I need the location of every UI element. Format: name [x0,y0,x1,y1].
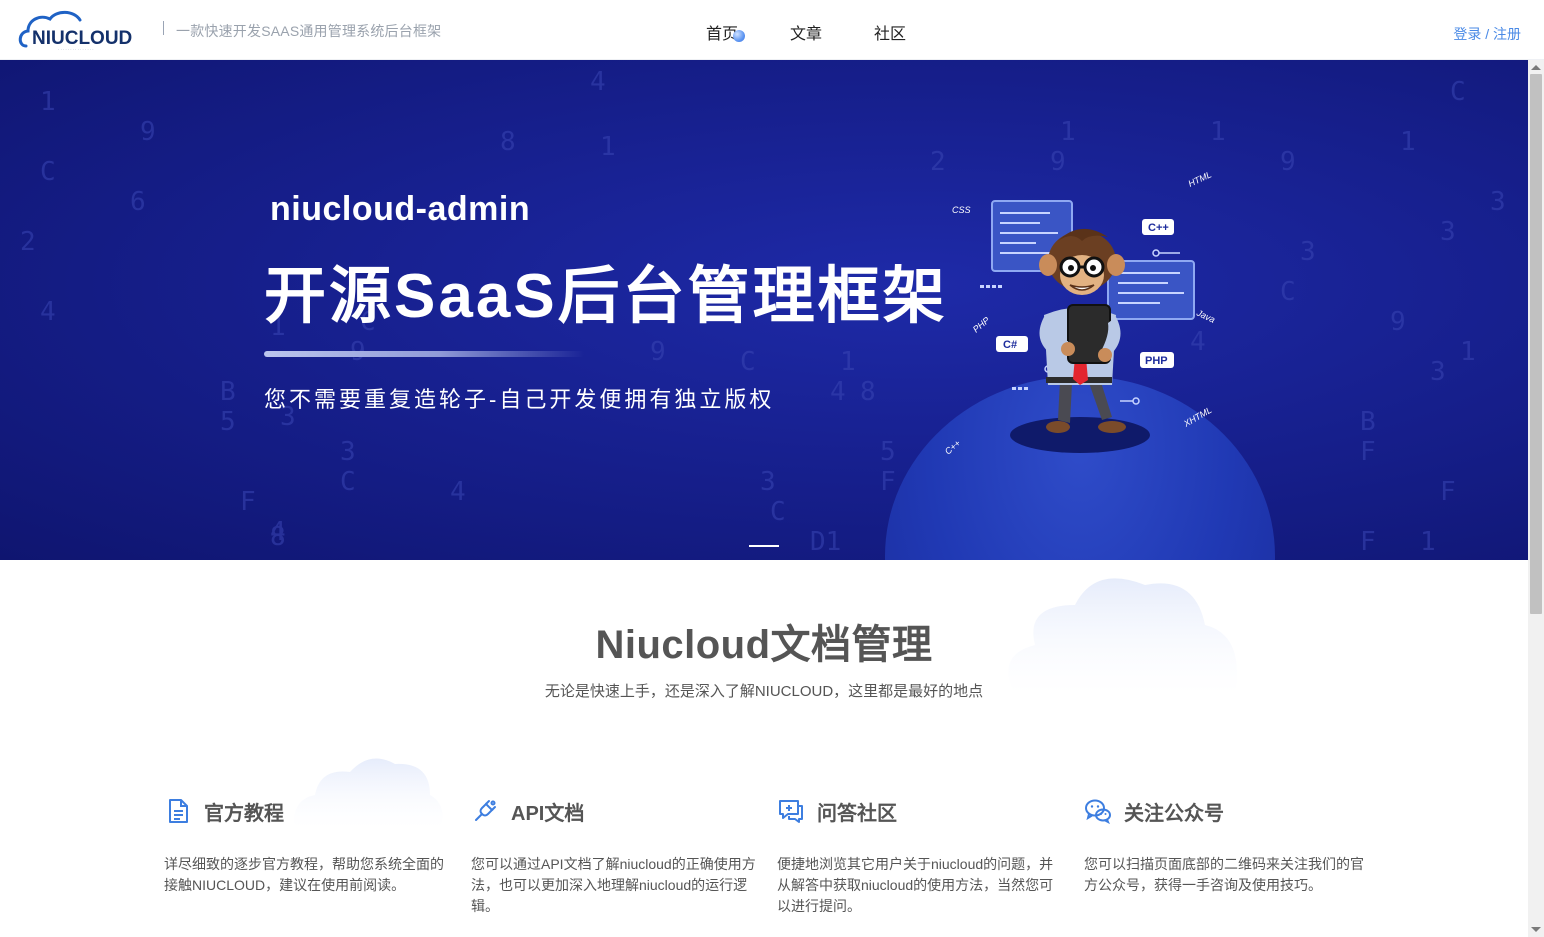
monkey-mascot-illustration: C++ C# PHP CSS HTML PHP Java C++ XHTML [943,169,1217,457]
svg-text:1: 1 [40,87,56,117]
svg-text:3: 3 [760,467,776,497]
hero-banner[interactable]: 1948 1119 C192 2633 4C91 1C9C 1484 B533 … [0,60,1528,560]
tag-cpp-2: C++ [943,438,962,457]
svg-text:C: C [770,497,786,527]
svg-text:B: B [220,377,236,407]
svg-text:3: 3 [1300,237,1316,267]
svg-text:3: 3 [1430,357,1446,387]
svg-text:1: 1 [1400,127,1416,157]
svg-text:F: F [240,487,256,517]
svg-text:4: 4 [830,377,846,407]
top-header: NIUCLOUD · · · · · · · · · · · · · · · 一… [0,0,1544,60]
document-icon [169,799,188,823]
svg-text:1: 1 [840,347,856,377]
svg-text:4: 4 [590,67,606,97]
tag-cpp: C++ [1148,222,1169,234]
svg-text:5: 5 [220,407,236,437]
card-qa-community[interactable]: 问答社区 便捷地浏览其它用户关于niucloud的问题，并从解答中获取niucl… [777,796,1062,917]
banner-divider-line [264,351,584,357]
svg-text:C: C [1280,277,1296,307]
card-title: 官方教程 [204,802,284,825]
svg-text:C: C [340,467,356,497]
card-tutorial[interactable]: 官方教程 详尽细致的逐步官方教程，帮助您系统全面的接触NIUCLOUD，建议在使… [164,796,449,896]
carousel-indicator[interactable] [749,545,779,547]
svg-text:· · · · · · · · · · · · · · ·: · · · · · · · · · · · · · · · [58,47,94,52]
section-title: Niucloud文档管理 [595,623,933,667]
svg-text:F: F [1360,527,1376,557]
header-slogan: 一款快速开发SAAS通用管理系统后台框架 [176,23,442,39]
svg-text:9: 9 [650,337,666,367]
svg-text:1: 1 [1460,337,1476,367]
svg-text:1: 1 [1060,117,1076,147]
svg-text:1: 1 [600,132,616,162]
scroll-up-arrow-icon[interactable] [1531,65,1541,70]
svg-text:3: 3 [1490,187,1506,217]
card-title: 问答社区 [817,802,897,825]
tag-php-2: PHP [971,315,992,335]
svg-text:F: F [1360,437,1376,467]
card-description: 详尽细致的逐步官方教程，帮助您系统全面的接触NIUCLOUD，建议在使用前阅读。 [164,856,444,893]
svg-text:4: 4 [450,477,466,507]
card-api-docs[interactable]: API文档 您可以通过API文档了解niucloud的正确使用方法，也可以更加深… [471,796,756,917]
wechat-icon [1085,799,1111,825]
svg-text:2: 2 [20,227,36,257]
scrollbar-thumb[interactable] [1530,74,1542,614]
scroll-down-arrow-icon[interactable] [1531,927,1541,932]
svg-text:8: 8 [500,127,516,157]
tag-css: CSS [952,205,971,215]
chat-icon [779,800,803,823]
nav-item-community[interactable]: 社区 [874,20,906,44]
logo-text: NIUCLOUD [32,28,132,49]
svg-text:9: 9 [1390,307,1406,337]
card-description: 您可以扫描页面底部的二维码来关注我们的官方公众号，获得一手咨询及使用技巧。 [1084,856,1364,893]
svg-text:3: 3 [1440,217,1456,247]
card-description: 便捷地浏览其它用户关于niucloud的问题，并从解答中获取niucloud的使… [777,856,1054,914]
nav-item-home[interactable]: 首页 [706,20,745,44]
svg-text:3: 3 [340,437,356,467]
page-scrollbar[interactable] [1528,60,1544,937]
svg-text:D1: D1 [810,527,841,557]
banner-title: 开源SaaS后台管理框架 [264,262,948,331]
svg-text:9: 9 [140,117,156,147]
logo-divider [163,21,164,35]
svg-text:6: 6 [130,187,146,217]
svg-text:C: C [40,157,56,187]
nav-item-community-label: 社区 [874,26,907,43]
svg-text:8: 8 [860,377,876,407]
plug-icon [475,800,496,821]
svg-text:5: 5 [880,437,896,467]
tag-csharp: C# [1003,339,1017,351]
tag-html: HTML [1187,169,1213,188]
svg-text:C: C [740,347,756,377]
tag-java: Java [1194,307,1216,325]
card-title: API文档 [511,802,585,825]
card-description: 您可以通过API文档了解niucloud的正确使用方法，也可以更加深入地理解ni… [471,856,756,914]
svg-text:1: 1 [1210,117,1226,147]
svg-text:9: 9 [1280,147,1296,177]
svg-text:F: F [880,467,896,497]
section-subtitle: 无论是快速上手，还是深入了解NIUCLOUD，这里都是最好的地点 [544,683,984,700]
tag-xhtml: XHTML [1181,405,1213,429]
svg-text:F: F [1440,477,1456,507]
card-title: 关注公众号 [1124,802,1224,825]
active-dot-icon [733,30,745,42]
auth-link[interactable]: 登录 / 注册 [1453,24,1521,44]
svg-text:C: C [1450,77,1466,107]
nav-item-article[interactable]: 文章 [790,20,822,44]
main-nav: 首页 文章 社区 [706,20,906,44]
niucloud-logo[interactable]: NIUCLOUD · · · · · · · · · · · · · · · [18,8,158,54]
banner-slogan: 您不需要重复造轮子-自己开发便拥有独立版权 [264,387,775,412]
svg-text:4: 4 [40,297,56,327]
svg-text:B: B [1360,407,1376,437]
nav-item-article-label: 文章 [790,26,823,43]
tag-php: PHP [1145,355,1168,367]
svg-text:4: 4 [270,517,286,547]
banner-subtitle: niucloud-admin [270,190,531,228]
svg-text:1: 1 [1420,527,1436,557]
card-wechat[interactable]: 关注公众号 您可以扫描页面底部的二维码来关注我们的官方公众号，获得一手咨询及使用… [1084,796,1369,896]
login-register-link[interactable]: 登录 / 注册 [1453,26,1521,42]
